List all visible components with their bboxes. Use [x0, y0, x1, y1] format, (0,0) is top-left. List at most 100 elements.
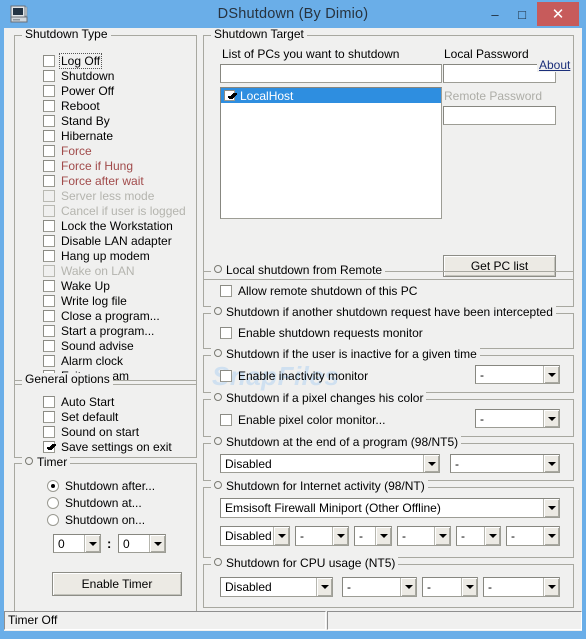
radio-shutdown-on[interactable]: Shutdown on... — [47, 513, 145, 527]
pixel-color-combo[interactable]: - — [475, 409, 560, 428]
radio-box[interactable] — [47, 480, 59, 492]
chevron-down-icon[interactable] — [434, 527, 450, 545]
timer-hours-combo[interactable]: 0 — [53, 534, 101, 553]
checkbox-box[interactable] — [220, 370, 232, 382]
checkbox-power-off[interactable]: Power Off — [43, 84, 114, 98]
maximize-button[interactable]: □ — [509, 2, 535, 26]
cpu-combo-3[interactable]: - — [422, 577, 478, 597]
cpu-combo-1[interactable]: Disabled — [220, 577, 333, 597]
chevron-down-icon[interactable] — [273, 527, 289, 545]
chevron-down-icon[interactable] — [543, 499, 559, 517]
about-link[interactable]: About — [537, 58, 573, 72]
radio-box[interactable] — [47, 497, 59, 509]
checkbox-allow-remote-shutdown[interactable]: Allow remote shutdown of this PC — [220, 284, 417, 298]
chevron-down-icon[interactable] — [543, 578, 559, 596]
checkbox-box[interactable] — [43, 295, 55, 307]
chevron-down-icon[interactable] — [332, 527, 348, 545]
remote-password-input[interactable] — [443, 106, 556, 125]
timer-minutes-combo[interactable]: 0 — [118, 534, 166, 553]
chevron-down-icon[interactable] — [543, 366, 559, 383]
chevron-down-icon[interactable] — [543, 527, 559, 545]
checkbox-enable-pixel-color-monitor[interactable]: Enable pixel color monitor... — [220, 413, 385, 427]
chevron-down-icon[interactable] — [484, 527, 500, 545]
checkbox-box[interactable] — [43, 340, 55, 352]
checkbox-log-off[interactable]: Log Off — [43, 53, 103, 69]
end-of-program-combo[interactable]: Disabled — [220, 454, 440, 473]
radio-shutdown-after[interactable]: Shutdown after... — [47, 479, 155, 493]
checkbox-force-after-wait[interactable]: Force after wait — [43, 174, 144, 188]
checkbox-sound-on-start[interactable]: Sound on start — [43, 425, 139, 439]
checkbox-box[interactable] — [220, 327, 232, 339]
chevron-down-icon[interactable] — [84, 535, 100, 552]
checkbox-wake-up[interactable]: Wake Up — [43, 279, 110, 293]
chevron-down-icon[interactable] — [149, 535, 165, 552]
internet-combo-3[interactable]: - — [354, 526, 392, 546]
checkbox-box[interactable] — [43, 130, 55, 142]
checkbox-close-a-program[interactable]: Close a program... — [43, 309, 160, 323]
checkbox-box[interactable] — [43, 235, 55, 247]
enable-timer-button[interactable]: Enable Timer — [52, 572, 182, 596]
checkbox-box[interactable] — [43, 85, 55, 97]
checkbox-box[interactable] — [43, 355, 55, 367]
radio-shutdown-at[interactable]: Shutdown at... — [47, 496, 142, 510]
chevron-down-icon[interactable] — [316, 578, 332, 596]
checkbox-write-log-file[interactable]: Write log file — [43, 294, 127, 308]
checkbox-box[interactable] — [43, 310, 55, 322]
checkbox-lock-the-workstation[interactable]: Lock the Workstation — [43, 219, 173, 233]
checkbox-box[interactable] — [43, 250, 55, 262]
checkbox-enable-inactivity-monitor[interactable]: Enable inactivity monitor — [220, 369, 368, 383]
checkbox-box[interactable] — [43, 325, 55, 337]
internet-combo-4[interactable]: - — [397, 526, 451, 546]
checkbox-box[interactable] — [220, 285, 232, 297]
checkbox-force[interactable]: Force — [43, 144, 92, 158]
checkbox-box[interactable] — [43, 411, 55, 423]
checkbox-box[interactable] — [43, 145, 55, 157]
checkbox-box[interactable] — [220, 414, 232, 426]
checkbox-start-a-program[interactable]: Start a program... — [43, 324, 154, 338]
checkbox-box[interactable] — [43, 100, 55, 112]
inactivity-time-combo[interactable]: - — [475, 365, 560, 384]
minimize-button[interactable]: – — [482, 2, 508, 26]
checkbox-box[interactable] — [43, 220, 55, 232]
chevron-down-icon[interactable] — [461, 578, 477, 596]
checkbox-box[interactable] — [43, 70, 55, 82]
checkbox-box[interactable] — [43, 396, 55, 408]
internet-combo-1[interactable]: Disabled — [220, 526, 290, 546]
checkbox-alarm-clock[interactable]: Alarm clock — [43, 354, 123, 368]
checkbox-box[interactable] — [43, 426, 55, 438]
checkbox-hang-up-modem[interactable]: Hang up modem — [43, 249, 150, 263]
cpu-combo-2[interactable]: - — [342, 577, 417, 597]
chevron-down-icon[interactable] — [543, 410, 559, 427]
cpu-combo-4[interactable]: - — [483, 577, 560, 597]
close-button[interactable]: ✕ — [537, 2, 579, 26]
checkbox-stand-by[interactable]: Stand By — [43, 114, 110, 128]
pc-list-box[interactable]: LocalHost — [220, 87, 442, 219]
checkbox-save-settings-on-exit[interactable]: Save settings on exit — [43, 440, 172, 454]
internet-adapter-combo[interactable]: Emsisoft Firewall Miniport (Other Offlin… — [220, 498, 560, 518]
checkbox-reboot[interactable]: Reboot — [43, 99, 100, 113]
checkbox-box[interactable] — [43, 160, 55, 172]
checkbox-box[interactable] — [43, 115, 55, 127]
checkbox-box[interactable] — [43, 175, 55, 187]
checkbox-box[interactable] — [43, 441, 55, 453]
checkbox-enable-shutdown-requests-monitor[interactable]: Enable shutdown requests monitor — [220, 326, 423, 340]
internet-combo-5[interactable]: - — [456, 526, 501, 546]
checkbox-force-if-hung[interactable]: Force if Hung — [43, 159, 133, 173]
pc-filter-input[interactable] — [220, 64, 442, 83]
internet-combo-2[interactable]: - — [295, 526, 349, 546]
checkbox-disable-lan-adapter[interactable]: Disable LAN adapter — [43, 234, 172, 248]
checkbox-box[interactable] — [43, 55, 55, 67]
checkbox-box[interactable] — [224, 90, 235, 101]
checkbox-hibernate[interactable]: Hibernate — [43, 129, 113, 143]
checkbox-shutdown[interactable]: Shutdown — [43, 69, 114, 83]
radio-box[interactable] — [47, 514, 59, 526]
title-bar[interactable]: DShutdown (By Dimio) – □ ✕ — [0, 0, 586, 28]
chevron-down-icon[interactable] — [423, 455, 439, 472]
list-item[interactable]: LocalHost — [221, 88, 441, 103]
checkbox-box[interactable] — [43, 280, 55, 292]
chevron-down-icon[interactable] — [400, 578, 416, 596]
end-of-program-combo-2[interactable]: - — [450, 454, 560, 473]
internet-combo-6[interactable]: - — [506, 526, 560, 546]
chevron-down-icon[interactable] — [543, 455, 559, 472]
checkbox-auto-start[interactable]: Auto Start — [43, 395, 114, 409]
